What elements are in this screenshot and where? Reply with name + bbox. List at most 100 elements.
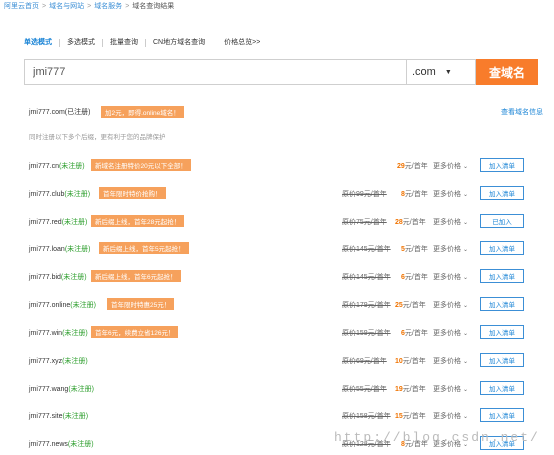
- chevron-down-icon: ⌄: [463, 331, 469, 337]
- price-unit: 元/首年: [404, 246, 428, 253]
- domain-name: jmi777.win(未注册): [29, 328, 88, 338]
- more-prices-label: 更多价格: [433, 163, 461, 170]
- promo-badge: 新后缀上线，首年6元起抢！: [91, 270, 181, 282]
- more-prices-label: 更多价格: [433, 330, 461, 337]
- result-row: jmi777.cn(未注册) 新域名注册特价20元以下全部！ 29元/首年 更多价格 ⌄…: [29, 158, 543, 172]
- more-prices-dropdown[interactable]: 更多价格 ⌄: [433, 300, 468, 310]
- tab-single-mode[interactable]: 单选模式: [24, 39, 59, 47]
- result-row: jmi777.club(未注册) 首年限时特价抢购！ 原价99元/首年 8元/首年 更多…: [29, 186, 543, 200]
- current-price: 15元/首年: [395, 411, 426, 421]
- original-price: 原价75元/首年: [342, 219, 387, 226]
- chevron-down-icon: ⌄: [463, 303, 469, 309]
- domain-name: jmi777.cn(未注册): [29, 161, 85, 171]
- primary-promo-badge: 加2元，即得.online域名！: [101, 106, 184, 118]
- chevron-down-icon: ⌄: [463, 414, 469, 420]
- current-price: 8元/首年: [401, 189, 428, 199]
- result-row: jmi777.xyz(未注册) 原价69元/首年 10元/首年 更多价格 ⌄ 加入清单: [29, 353, 543, 367]
- add-to-list-button[interactable]: 加入清单: [480, 381, 524, 395]
- more-prices-dropdown[interactable]: 更多价格 ⌄: [433, 328, 468, 338]
- current-price: 19元/首年: [395, 384, 426, 394]
- more-prices-dropdown[interactable]: 更多价格 ⌄: [433, 217, 468, 227]
- current-price: 6元/首年: [401, 328, 428, 338]
- status-badge: (未注册): [62, 413, 89, 420]
- tab-price-overview[interactable]: 价格总览>>: [212, 39, 267, 47]
- price-unit: 元/首年: [404, 274, 428, 281]
- more-prices-dropdown[interactable]: 更多价格 ⌄: [433, 244, 468, 254]
- more-prices-dropdown[interactable]: 更多价格 ⌄: [433, 189, 468, 199]
- add-to-list-button[interactable]: 加入清单: [480, 186, 524, 200]
- price-unit: 元/首年: [402, 358, 426, 365]
- original-price: 原价145元/首年: [342, 246, 391, 253]
- status-badge: (未注册): [68, 386, 94, 393]
- chevron-down-icon: ⌄: [463, 247, 469, 253]
- breadcrumb-separator: >: [87, 3, 92, 10]
- add-to-list-button[interactable]: 加入清单: [480, 325, 524, 339]
- domain-search-input[interactable]: [24, 59, 406, 85]
- breadcrumb-separator: >: [125, 3, 130, 10]
- status-badge: (未注册): [61, 219, 88, 226]
- chevron-down-icon: ⌄: [463, 220, 469, 226]
- price-value: 28: [395, 219, 403, 226]
- price-value: 15: [395, 413, 403, 420]
- domain-name: jmi777.red(未注册): [29, 217, 87, 227]
- more-prices-label: 更多价格: [433, 191, 461, 198]
- watermark: http://blog.csdn.net/: [334, 430, 540, 445]
- more-prices-dropdown[interactable]: 更多价格 ⌄: [433, 161, 468, 171]
- caret-down-icon: ▼: [444, 68, 452, 76]
- breadcrumb-item-domain-service[interactable]: 域名服务: [94, 3, 122, 10]
- more-prices-label: 更多价格: [433, 302, 461, 309]
- result-row: jmi777.site(未注册) 原价158元/首年 15元/首年 更多价格 ⌄ 加入清单: [29, 408, 543, 422]
- domain-label: jmi777.wang: [29, 386, 69, 393]
- more-prices-dropdown[interactable]: 更多价格 ⌄: [433, 384, 468, 394]
- hint-text: 同时注册以下多个后缀，更有利于您的品牌保护: [29, 134, 166, 141]
- current-price: 10元/首年: [395, 356, 426, 366]
- more-prices-dropdown[interactable]: 更多价格 ⌄: [433, 356, 468, 366]
- add-to-list-button[interactable]: 加入清单: [480, 158, 524, 172]
- original-price: 原价158元/首年: [342, 413, 391, 420]
- status-badge: (未注册): [62, 358, 88, 365]
- domain-label: jmi777.club: [29, 191, 65, 198]
- search-domain-button[interactable]: 查域名: [476, 59, 538, 85]
- promo-badge: 首年限时特惠25元！: [107, 298, 175, 310]
- promo-badge: 新后缀上线，首年28元起抢！: [91, 215, 185, 227]
- original-price: 原价159元/首年: [342, 330, 391, 337]
- breadcrumb: 阿里云首页 > 域名与网站 > 域名服务 > 域名查询结果: [4, 1, 174, 11]
- result-row: jmi777.red(未注册) 新后缀上线，首年28元起抢！ 原价75元/首年 28元…: [29, 214, 543, 228]
- breadcrumb-item-home[interactable]: 阿里云首页: [4, 3, 39, 10]
- search-bar: .com ▼ 查域名: [24, 59, 538, 85]
- current-price: 6元/首年: [401, 272, 428, 282]
- more-prices-dropdown[interactable]: 更多价格 ⌄: [433, 411, 468, 421]
- chevron-down-icon: ⌄: [463, 387, 469, 393]
- suffix-select-value: .com: [412, 66, 436, 78]
- tab-multi-mode[interactable]: 多选模式: [59, 39, 102, 47]
- domain-label: jmi777.red: [29, 219, 62, 226]
- add-to-list-button[interactable]: 加入清单: [480, 241, 524, 255]
- result-row: jmi777.loan(未注册) 新后缀上线，首年5元起抢！ 原价145元/首年 5元…: [29, 241, 543, 255]
- status-badge: (未注册): [62, 330, 88, 337]
- tab-batch-query[interactable]: 批量查询: [102, 39, 145, 47]
- original-price: 原价179元/首年: [342, 302, 391, 309]
- domain-label: jmi777.online: [29, 302, 71, 309]
- domain-name: jmi777.loan(未注册): [29, 244, 90, 254]
- domain-name: jmi777.bid(未注册): [29, 272, 87, 282]
- add-to-list-button[interactable]: 加入清单: [480, 353, 524, 367]
- price-unit: 元/首年: [402, 386, 426, 393]
- domain-name: jmi777.online(未注册): [29, 300, 96, 310]
- price-unit: 元/首年: [404, 330, 428, 337]
- status-badge: (未注册): [60, 274, 87, 281]
- add-to-list-button[interactable]: 加入清单: [480, 297, 524, 311]
- breadcrumb-item-domain-site[interactable]: 域名与网站: [49, 3, 84, 10]
- add-to-list-button[interactable]: 已加入: [480, 214, 524, 228]
- status-badge: (未注册): [64, 191, 91, 198]
- original-price: 原价69元/首年: [342, 358, 387, 365]
- suffix-select[interactable]: .com ▼: [406, 59, 476, 85]
- more-prices-dropdown[interactable]: 更多价格 ⌄: [433, 272, 468, 282]
- whois-link[interactable]: 查看域名信息: [501, 107, 543, 117]
- original-price: 原价55元/首年: [342, 386, 387, 393]
- add-to-list-button[interactable]: 加入清单: [480, 269, 524, 283]
- price-unit: 元/首年: [402, 413, 426, 420]
- breadcrumb-separator: >: [42, 3, 47, 10]
- more-prices-label: 更多价格: [433, 413, 461, 420]
- add-to-list-button[interactable]: 加入清单: [480, 408, 524, 422]
- tab-cn-local-query[interactable]: CN地方域名查询: [145, 39, 212, 47]
